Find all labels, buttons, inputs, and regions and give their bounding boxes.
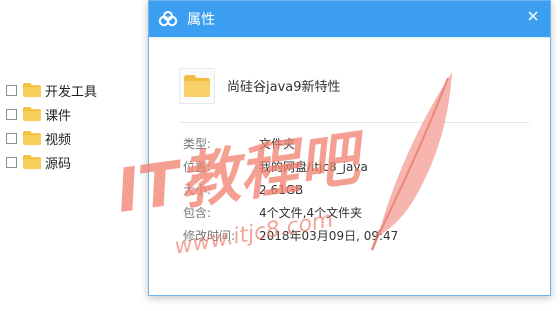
tree-item-label: 课件 xyxy=(45,108,72,124)
prop-label: 位置: xyxy=(183,160,212,174)
folder-icon xyxy=(23,83,41,97)
folder-icon xyxy=(184,75,210,97)
prop-type: 类型: 文件夹 xyxy=(183,132,398,155)
file-thumbnail xyxy=(179,68,215,104)
folder-icon xyxy=(23,131,41,145)
prop-label: 包含: xyxy=(183,206,212,220)
tree-item-label: 视频 xyxy=(45,132,72,148)
tree-item-dev-tools[interactable]: 开发工具 xyxy=(4,78,97,102)
divider xyxy=(179,122,530,123)
file-name: 尚硅谷java9新特性 xyxy=(227,80,341,95)
prop-label: 类型: xyxy=(183,137,212,151)
prop-location: 位置: 我的网盘/itjc8_java xyxy=(183,155,398,178)
prop-value: 我的网盘/itjc8_java xyxy=(259,160,368,174)
tree-item-courseware[interactable]: 课件 xyxy=(4,102,97,126)
prop-value: 2018年03月09日, 09:47 xyxy=(259,229,399,243)
properties-list: 类型: 文件夹 位置: 我的网盘/itjc8_java 大小: 2.61GB 包… xyxy=(183,132,398,247)
prop-value: 4个文件,4个文件夹 xyxy=(259,206,363,220)
checkbox[interactable] xyxy=(6,84,17,96)
checkbox[interactable] xyxy=(6,156,17,168)
folder-tree: 开发工具 课件 视频 源码 xyxy=(4,78,97,174)
close-icon xyxy=(528,11,538,21)
prop-label: 修改时间: xyxy=(183,229,236,243)
dialog-body: 尚硅谷java9新特性 类型: 文件夹 位置: 我的网盘/itjc8_java … xyxy=(149,37,550,295)
prop-size: 大小: 2.61GB xyxy=(183,178,398,201)
folder-icon xyxy=(23,107,41,121)
tree-item-label: 源码 xyxy=(45,156,72,172)
prop-label: 大小: xyxy=(183,183,212,197)
prop-value: 2.61GB xyxy=(259,182,304,197)
dialog-titlebar[interactable]: 属性 xyxy=(149,1,550,37)
folder-icon xyxy=(23,155,41,169)
properties-dialog: 属性 尚硅谷java9新特性 类型: 文件夹 位置: 我的网盘/itjc8_ja… xyxy=(148,0,551,296)
prop-value: 文件夹 xyxy=(259,137,296,151)
cloud-icon xyxy=(158,11,178,27)
dialog-title: 属性 xyxy=(187,12,215,28)
prop-contains: 包含: 4个文件,4个文件夹 xyxy=(183,201,398,224)
checkbox[interactable] xyxy=(6,108,17,120)
tree-item-video[interactable]: 视频 xyxy=(4,126,97,150)
tree-item-label: 开发工具 xyxy=(45,84,98,100)
checkbox[interactable] xyxy=(6,132,17,144)
prop-modified: 修改时间: 2018年03月09日, 09:47 xyxy=(183,224,398,247)
close-button[interactable] xyxy=(524,7,542,25)
tree-item-source[interactable]: 源码 xyxy=(4,150,97,174)
